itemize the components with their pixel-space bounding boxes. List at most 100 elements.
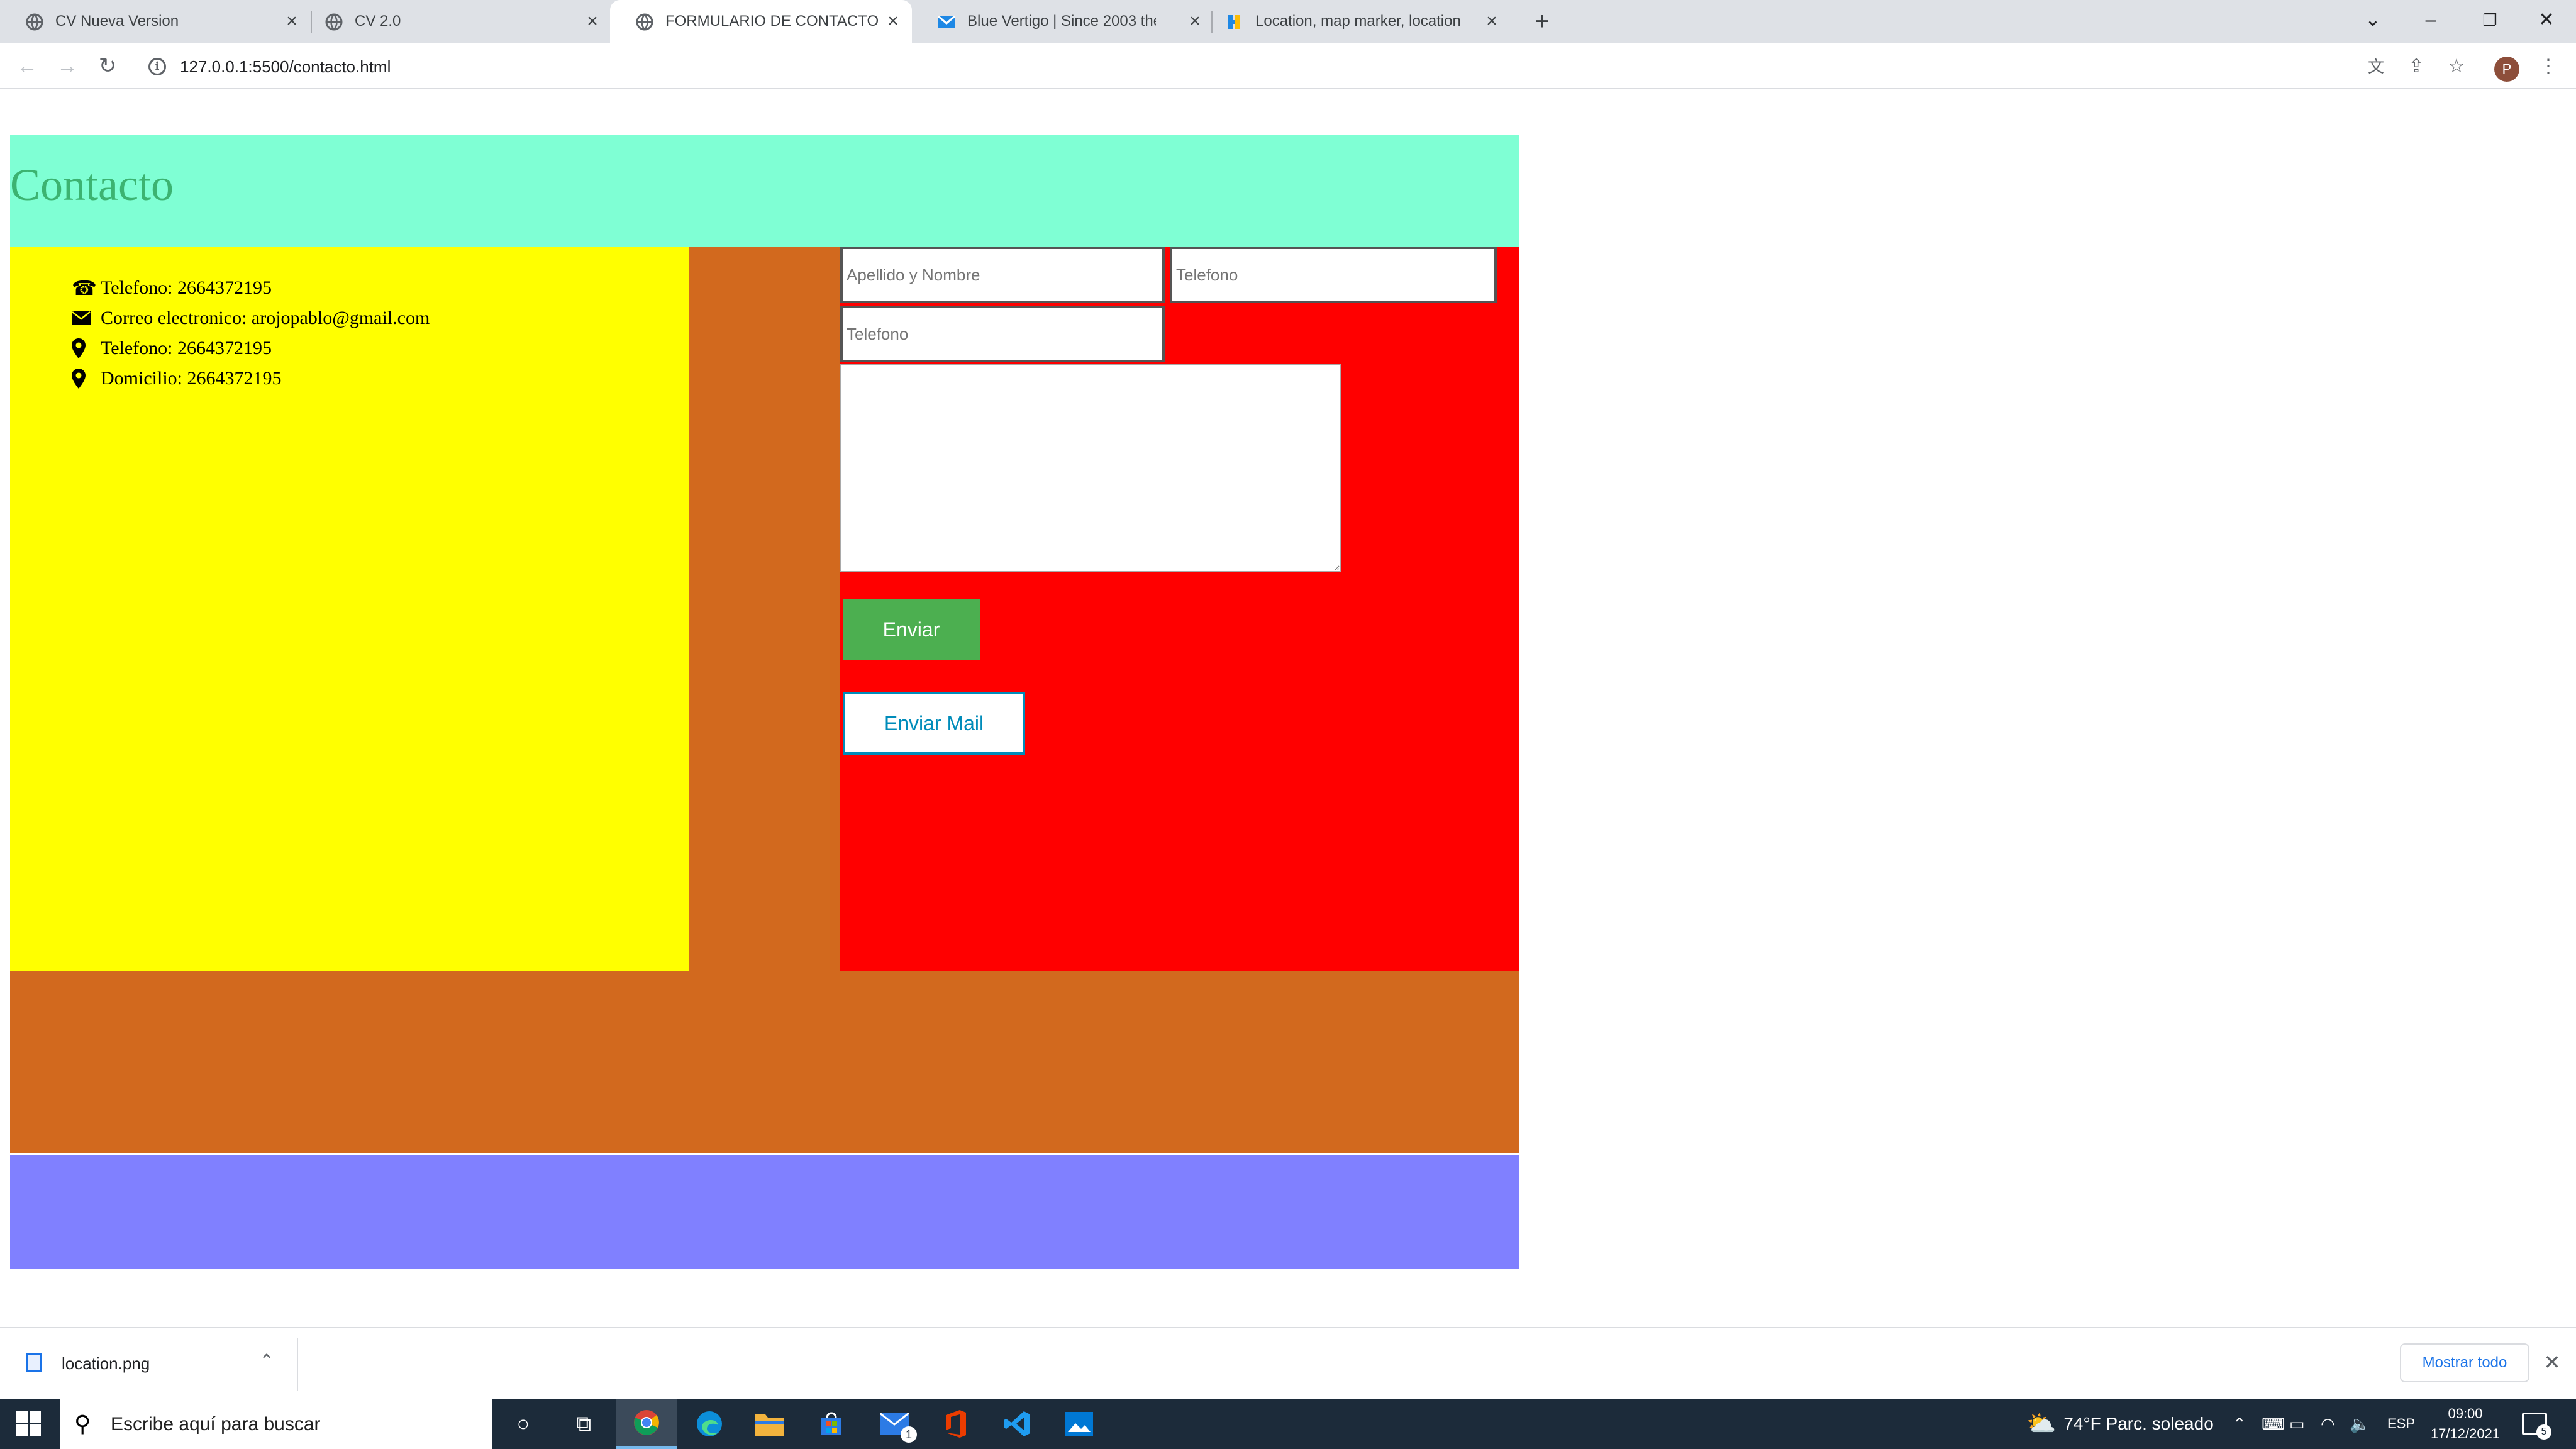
tab-location-map-marker[interactable]: Location, map marker, location F ×: [1200, 0, 1514, 43]
list-item: Correo electronico: arojopablo@gmail.com: [60, 303, 430, 333]
restore-button[interactable]: ❐: [2474, 6, 2506, 34]
name-input[interactable]: [840, 247, 1165, 303]
list-item: Telefono: 2664372195: [60, 333, 430, 364]
battery-icon[interactable]: ▭: [2289, 1399, 2305, 1449]
taskbar-search[interactable]: ⚲ Escribe aquí para buscar: [60, 1399, 492, 1449]
task-view-icon[interactable]: ⧉: [553, 1399, 614, 1449]
weather-text: 74°F Parc. soleado: [2063, 1414, 2214, 1433]
page-header: Contacto: [10, 135, 1519, 247]
translate-icon[interactable]: ⽂: [2365, 55, 2387, 78]
browser-toolbar: ← → ↻ i 127.0.0.1:5500/contacto.html ⽂ ⇪…: [0, 43, 2576, 89]
contact-info-panel: ☎ Telefono: 2664372195 Correo electronic…: [10, 247, 689, 971]
notification-center-icon[interactable]: 5: [2522, 1399, 2551, 1449]
contact-info-list: ☎ Telefono: 2664372195 Correo electronic…: [60, 273, 430, 394]
taskbar-search-placeholder: Escribe aquí para buscar: [111, 1414, 321, 1435]
message-textarea[interactable]: [840, 364, 1341, 572]
search-icon: ⚲: [74, 1411, 91, 1436]
tab-search-icon[interactable]: ⌄: [2357, 6, 2389, 34]
close-window-button[interactable]: ✕: [2531, 6, 2562, 34]
store-app-icon[interactable]: [801, 1399, 862, 1449]
show-hidden-icons-icon[interactable]: ⌃: [2233, 1399, 2246, 1449]
close-tab-icon[interactable]: ×: [581, 10, 604, 33]
cortana-icon[interactable]: ○: [493, 1399, 553, 1449]
vscode-app-icon[interactable]: [987, 1399, 1048, 1449]
edge-app-icon[interactable]: [679, 1399, 740, 1449]
contact-address-text: Domicilio: 2664372195: [101, 368, 282, 389]
tab-label: Location, map marker, location F: [1255, 13, 1463, 30]
globe-icon: [26, 13, 43, 31]
phone-icon: ☎: [72, 277, 97, 299]
close-shelf-icon[interactable]: ✕: [2540, 1350, 2565, 1375]
minimize-button[interactable]: –: [2415, 6, 2446, 34]
globe-icon: [636, 13, 653, 31]
windows-start-icon[interactable]: [16, 1411, 42, 1436]
show-all-downloads-button[interactable]: Mostrar todo: [2400, 1343, 2529, 1382]
tab-label: CV Nueva Version: [55, 13, 179, 30]
tab-blue-vertigo[interactable]: Blue Vertigo | Since 2003 the be ×: [912, 0, 1214, 43]
screen: CV Nueva Version × CV 2.0 × FORMULARIO D…: [0, 0, 2576, 1449]
mail-icon: [938, 15, 955, 28]
map-marker-icon: [60, 366, 101, 391]
page-footer: [10, 1155, 1519, 1269]
page-viewport: Contacto ☎ Telefono: 2664372195 Correo e…: [0, 91, 2576, 1327]
volume-icon[interactable]: 🔈: [2350, 1399, 2370, 1449]
lower-section: [10, 971, 1519, 1153]
clock-time: 09:00: [2448, 1406, 2483, 1421]
tab-strip: CV Nueva Version × CV 2.0 × FORMULARIO D…: [0, 0, 2576, 43]
new-tab-button[interactable]: +: [1530, 9, 1555, 34]
chrome-app-icon[interactable]: [616, 1399, 677, 1449]
site-info-icon[interactable]: i: [148, 58, 166, 75]
forward-arrow-icon[interactable]: →: [54, 53, 80, 79]
menu-kebab-icon[interactable]: ⋮: [2537, 55, 2560, 78]
profile-avatar[interactable]: P: [2494, 57, 2519, 82]
meet-now-icon[interactable]: ⌨: [2262, 1399, 2285, 1449]
share-icon[interactable]: ⇪: [2405, 55, 2428, 78]
flaticon-icon: [1228, 15, 1240, 29]
page-title: Contacto: [10, 160, 174, 210]
contact-form: Enviar Enviar Mail: [840, 247, 1519, 971]
tab-label: FORMULARIO DE CONTACTO: [665, 13, 879, 30]
list-item: Domicilio: 2664372195: [60, 364, 430, 394]
globe-icon: [325, 13, 343, 31]
tab-cv-2[interactable]: CV 2.0 ×: [299, 0, 608, 43]
contact-phone2-text: Telefono: 2664372195: [101, 338, 272, 358]
tab-label: Blue Vertigo | Since 2003 the be: [967, 13, 1156, 30]
clock-date: 17/12/2021: [2430, 1426, 2501, 1441]
tab-formulario-de-contacto[interactable]: FORMULARIO DE CONTACTO ×: [610, 0, 912, 43]
taskbar-clock[interactable]: 09:00 17/12/2021: [2428, 1404, 2503, 1444]
contact-phone-text: Telefono: 2664372195: [101, 277, 272, 298]
envelope-icon: [60, 306, 101, 331]
bookmark-star-icon[interactable]: ☆: [2445, 55, 2468, 78]
chevron-up-icon[interactable]: ⌃: [255, 1350, 278, 1372]
photos-app-icon[interactable]: [1049, 1399, 1109, 1449]
tab-label: CV 2.0: [355, 13, 401, 30]
download-separator: [297, 1338, 298, 1391]
phone-input[interactable]: [1170, 247, 1497, 303]
contact-section: ☎ Telefono: 2664372195 Correo electronic…: [10, 247, 1519, 971]
back-arrow-icon[interactable]: ←: [14, 53, 40, 79]
address-bar[interactable]: 127.0.0.1:5500/contacto.html: [180, 57, 391, 77]
phone2-input[interactable]: [840, 306, 1165, 362]
office-app-icon[interactable]: [926, 1399, 986, 1449]
file-explorer-icon[interactable]: [740, 1399, 800, 1449]
notification-count: 5: [2536, 1424, 2551, 1440]
list-item: ☎ Telefono: 2664372195: [60, 273, 430, 303]
send-mail-button[interactable]: Enviar Mail: [843, 692, 1025, 755]
submit-button[interactable]: Enviar: [843, 599, 980, 660]
close-tab-icon[interactable]: ×: [882, 10, 904, 33]
wifi-icon[interactable]: ◠: [2321, 1399, 2335, 1449]
contact-email-text: Correo electronico: arojopablo@gmail.com: [101, 308, 430, 328]
language-indicator[interactable]: ESP: [2387, 1399, 2415, 1449]
download-shelf: location.png ⌃ Mostrar todo ✕: [0, 1327, 2576, 1399]
download-item-name[interactable]: location.png: [62, 1353, 150, 1374]
partly-sunny-icon: ⛅: [2026, 1411, 2057, 1437]
map-marker-icon: [60, 336, 101, 361]
mail-badge: 1: [901, 1426, 917, 1443]
mail-app-icon[interactable]: 1: [864, 1399, 924, 1449]
close-tab-icon[interactable]: ×: [1480, 10, 1503, 33]
weather-widget[interactable]: ⛅ 74°F Parc. soleado: [2026, 1399, 2214, 1449]
tab-cv-nueva-version[interactable]: CV Nueva Version ×: [0, 0, 308, 43]
reload-icon[interactable]: ↻: [94, 53, 121, 79]
windows-taskbar: ⚲ Escribe aquí para buscar ○ ⧉ 1 ⛅ 74°F …: [0, 1399, 2576, 1449]
image-file-icon: [26, 1353, 42, 1372]
